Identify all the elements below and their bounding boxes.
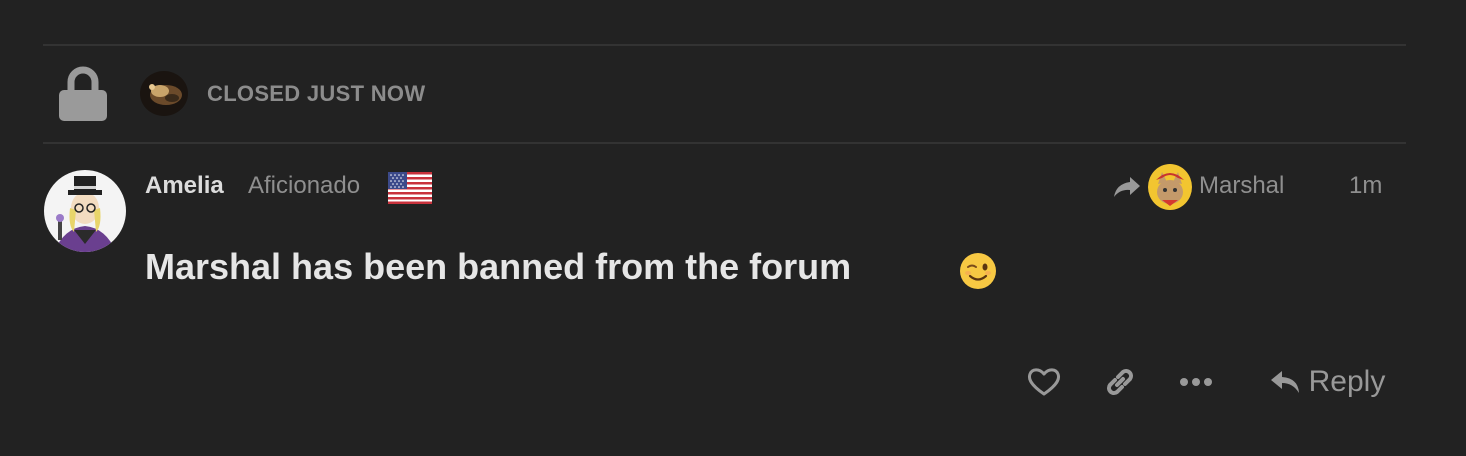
link-icon [1107,369,1133,395]
user-title: Aficionado [248,172,361,199]
post-divider [43,142,1406,144]
us-flag-icon [388,172,432,204]
like-button[interactable] [1024,362,1064,402]
post-date[interactable]: 1m [1349,172,1382,200]
wink-emoji [959,252,997,290]
reply-to-username[interactable]: Marshal [1199,172,1284,200]
post-username[interactable]: Amelia [145,172,224,200]
reply-button[interactable]: Reply [1262,362,1392,402]
reply-button-label: Reply [1308,365,1386,398]
closer-avatar[interactable] [140,71,188,116]
heart-icon [1027,368,1061,396]
more-actions-button[interactable] [1176,362,1216,402]
copy-link-button[interactable] [1100,362,1140,402]
ellipsis-icon [1180,378,1212,386]
closed-status-text: CLOSED JUST NOW [207,81,426,106]
reply-arrow-icon [1270,371,1299,393]
post-body-text: Marshal has been banned from the forum [145,246,852,287]
lock-icon [58,66,108,122]
share-arrow-icon[interactable] [1112,175,1142,199]
user-avatar[interactable] [44,170,126,252]
top-divider [43,44,1406,46]
reply-to-avatar[interactable] [1148,164,1192,210]
